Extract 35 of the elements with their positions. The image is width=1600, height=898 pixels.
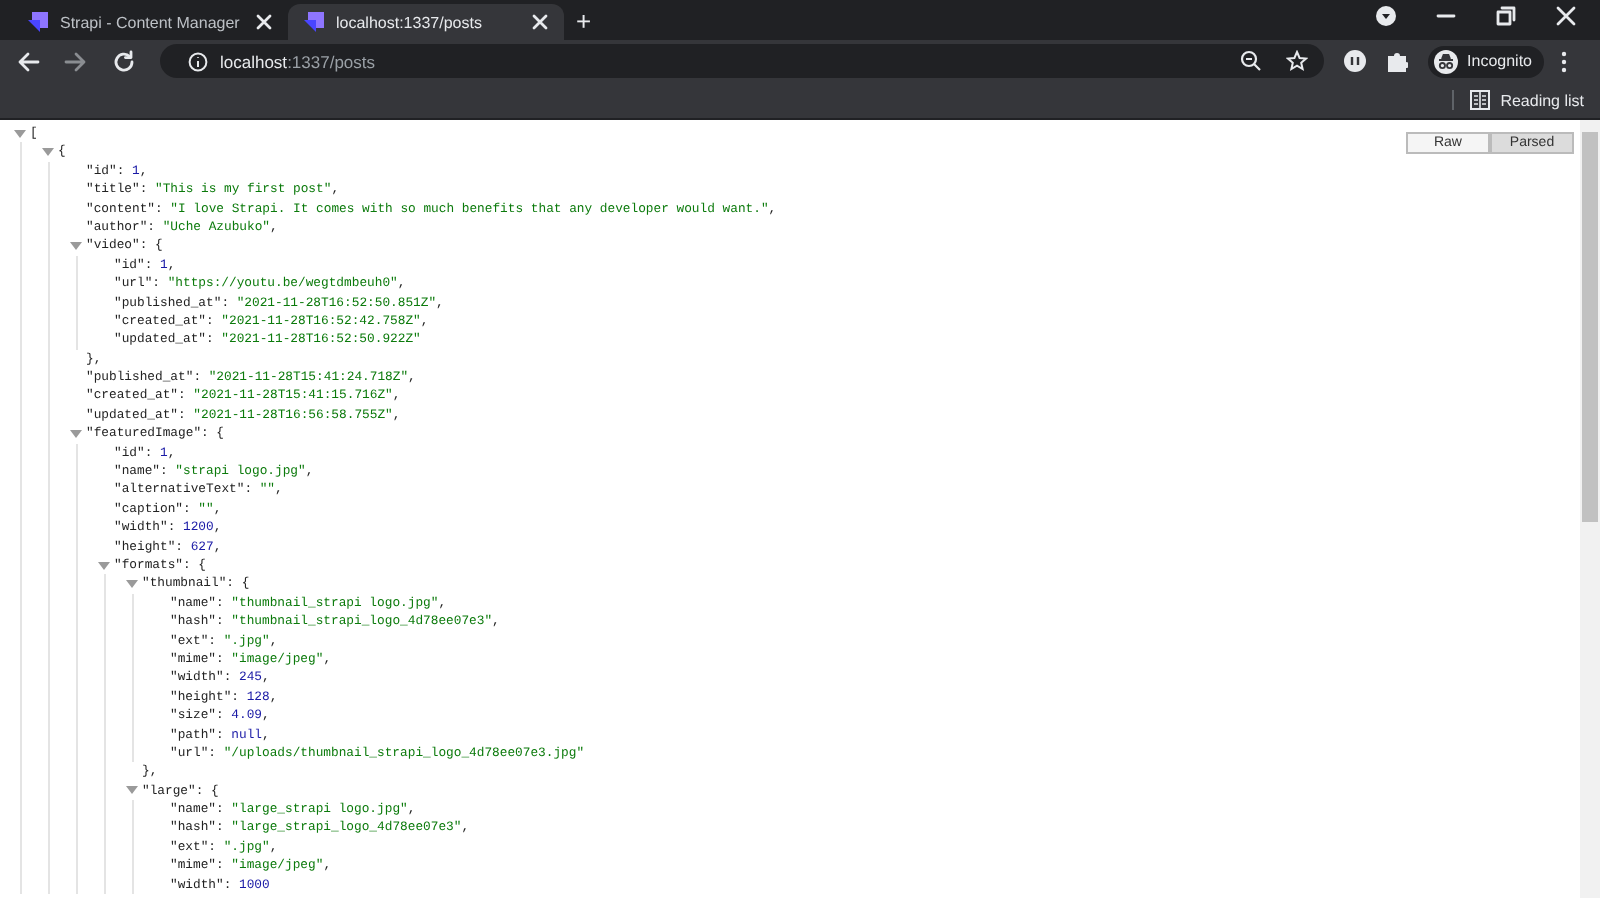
logo-icon[interactable] [304, 12, 324, 32]
expand-toggle-icon[interactable] [14, 127, 26, 140]
close-icon[interactable] [1556, 6, 1576, 26]
expand-toggle-icon[interactable] [126, 578, 138, 591]
puzzle-icon[interactable] [1385, 50, 1408, 72]
browser-tab[interactable]: localhost:1337/posts [288, 4, 564, 40]
close-icon[interactable] [256, 14, 272, 30]
scrollbar[interactable] [1580, 120, 1600, 898]
zoom-icon[interactable] [1239, 50, 1262, 72]
forward-arrow-icon[interactable] [64, 49, 88, 73]
expand-toggle-icon[interactable] [70, 427, 82, 440]
star-icon[interactable] [1285, 50, 1308, 72]
close-icon[interactable] [532, 14, 548, 30]
expand-toggle-icon[interactable] [70, 240, 82, 253]
profile-button[interactable]: Incognito [1427, 45, 1544, 77]
reload-icon[interactable] [112, 49, 136, 73]
restore-icon[interactable] [1496, 6, 1516, 26]
extension-circle-icon[interactable] [1343, 50, 1366, 72]
incognito-icon[interactable] [1433, 49, 1458, 73]
more-vertical-icon[interactable] [1560, 49, 1568, 73]
expand-toggle-icon[interactable] [42, 146, 54, 159]
url-text[interactable]: localhost:1337/posts [220, 51, 376, 71]
tab-title[interactable]: localhost:1337/posts [336, 13, 520, 31]
scrollbar-thumb[interactable] [1582, 132, 1598, 522]
info-icon[interactable] [188, 51, 208, 71]
logo-icon[interactable] [28, 12, 48, 32]
new-tab-button[interactable]: + [576, 8, 592, 36]
reading-list-icon[interactable] [1470, 90, 1491, 110]
address-bar[interactable]: localhost:1337/posts [160, 44, 1324, 78]
expand-toggle-icon[interactable] [98, 559, 110, 572]
back-arrow-icon[interactable] [16, 49, 40, 73]
expand-toggle-icon[interactable] [126, 784, 138, 797]
browser-tab[interactable]: Strapi - Content Manager [12, 4, 288, 40]
reading-list-button[interactable]: Reading list [1452, 90, 1584, 110]
tab-title[interactable]: Strapi - Content Manager [60, 13, 244, 31]
